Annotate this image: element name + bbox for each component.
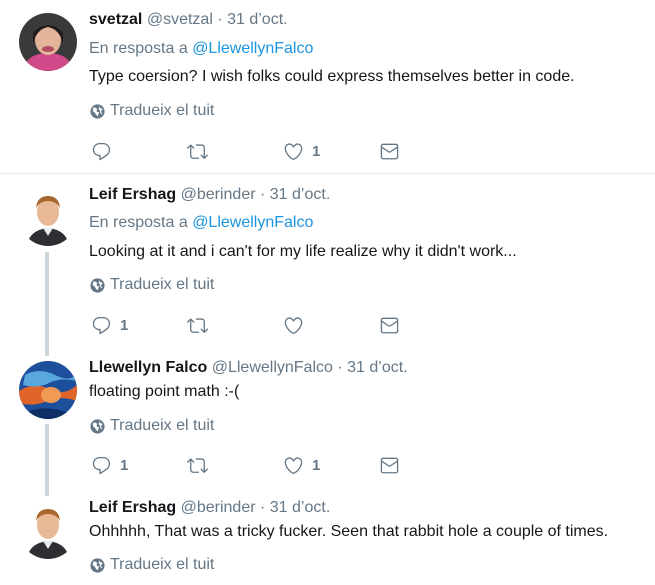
dm-button[interactable] — [379, 454, 400, 476]
separator-dot: · — [217, 11, 223, 28]
retweet-icon — [187, 455, 208, 476]
heart-icon — [283, 315, 304, 336]
reply-icon — [91, 455, 112, 476]
translate-link[interactable]: Tradueix el tuit — [89, 417, 214, 435]
retweet-icon — [187, 315, 208, 336]
separator-dot: · — [337, 359, 343, 376]
tweet[interactable]: svetzal @svetzal · 31 d’oct. En resposta… — [0, 0, 655, 172]
reply-context: En resposta a @LlewellynFalco — [89, 214, 313, 232]
user-handle[interactable]: @berinder — [181, 186, 256, 203]
avatar[interactable] — [19, 501, 77, 559]
tweet-text: floating point math :-( — [89, 383, 240, 400]
tweet[interactable]: Llewellyn Falco @LlewellynFalco · 31 d’o… — [0, 347, 655, 490]
tweet-header: svetzal @svetzal · 31 d’oct. — [89, 11, 288, 29]
dm-button[interactable] — [379, 140, 400, 162]
like-count: 1 — [312, 142, 321, 160]
envelope-icon — [379, 141, 400, 162]
tweet[interactable]: Leif Ershag @berinder · 31 d’oct. Ohhhhh… — [0, 490, 655, 585]
tweet-date[interactable]: 31 d’oct. — [270, 186, 330, 203]
translate-link[interactable]: Tradueix el tuit — [89, 102, 214, 120]
reply-count: 1 — [120, 456, 129, 474]
user-handle[interactable]: @LlewellynFalco — [212, 359, 333, 376]
avatar[interactable] — [19, 361, 77, 419]
tweet[interactable]: Leif Ershag @berinder · 31 d’oct. En res… — [0, 174, 655, 346]
retweet-button[interactable] — [187, 454, 208, 476]
reply-icon — [91, 141, 112, 162]
like-button[interactable] — [283, 314, 304, 336]
tweet-text: Type coersion? I wish folks could expres… — [89, 68, 575, 85]
tweet-header: Llewellyn Falco @LlewellynFalco · 31 d’o… — [89, 359, 408, 377]
display-name[interactable]: svetzal — [89, 11, 142, 28]
envelope-icon — [379, 315, 400, 336]
heart-icon — [283, 141, 304, 162]
globe-icon — [89, 418, 106, 435]
retweet-button[interactable] — [187, 314, 208, 336]
reply-mention-link[interactable]: @LlewellynFalco — [192, 40, 313, 57]
translate-label: Tradueix el tuit — [110, 276, 215, 293]
tweet-actions: 1 — [89, 140, 409, 162]
separator-dot: · — [260, 186, 266, 203]
envelope-icon — [379, 455, 400, 476]
translate-label: Tradueix el tuit — [110, 417, 215, 434]
dm-button[interactable] — [379, 314, 400, 336]
globe-icon — [89, 277, 106, 294]
reply-prefix: En resposta a — [89, 40, 188, 57]
reply-prefix: En resposta a — [89, 214, 188, 231]
like-button[interactable]: 1 — [283, 454, 320, 476]
tweet-header: Leif Ershag @berinder · 31 d’oct. — [89, 499, 330, 517]
retweet-button[interactable] — [187, 140, 208, 162]
tweet-actions: 1 — [89, 314, 409, 336]
heart-icon — [283, 455, 304, 476]
retweet-icon — [187, 141, 208, 162]
like-count: 1 — [312, 456, 321, 474]
globe-icon — [89, 557, 106, 574]
reply-button[interactable] — [91, 140, 112, 162]
reply-button[interactable]: 1 — [91, 454, 128, 476]
globe-icon — [89, 103, 106, 120]
reply-mention-link[interactable]: @LlewellynFalco — [192, 214, 313, 231]
user-handle[interactable]: @svetzal — [147, 11, 213, 28]
translate-label: Tradueix el tuit — [110, 102, 215, 119]
tweet-text: Ohhhhh, That was a tricky fucker. Seen t… — [89, 523, 609, 540]
separator-dot: · — [260, 499, 266, 516]
translate-link[interactable]: Tradueix el tuit — [89, 276, 214, 294]
avatar[interactable] — [19, 13, 77, 71]
display-name[interactable]: Llewellyn Falco — [89, 359, 207, 376]
tweet-date[interactable]: 31 d’oct. — [270, 499, 330, 516]
reply-context: En resposta a @LlewellynFalco — [89, 40, 313, 58]
reply-button[interactable]: 1 — [91, 314, 128, 336]
tweet-date[interactable]: 31 d’oct. — [227, 11, 287, 28]
tweet-date[interactable]: 31 d’oct. — [347, 359, 407, 376]
display-name[interactable]: Leif Ershag — [89, 499, 176, 516]
translate-label: Tradueix el tuit — [110, 556, 215, 573]
tweet-header: Leif Ershag @berinder · 31 d’oct. — [89, 186, 330, 204]
reply-count: 1 — [120, 316, 129, 334]
tweet-text: Looking at it and i can't for my life re… — [89, 243, 517, 260]
reply-icon — [91, 315, 112, 336]
avatar[interactable] — [19, 188, 77, 246]
like-button[interactable]: 1 — [283, 140, 320, 162]
tweet-actions: 1 1 — [89, 454, 409, 476]
translate-link[interactable]: Tradueix el tuit — [89, 556, 214, 574]
display-name[interactable]: Leif Ershag — [89, 186, 176, 203]
user-handle[interactable]: @berinder — [181, 499, 256, 516]
